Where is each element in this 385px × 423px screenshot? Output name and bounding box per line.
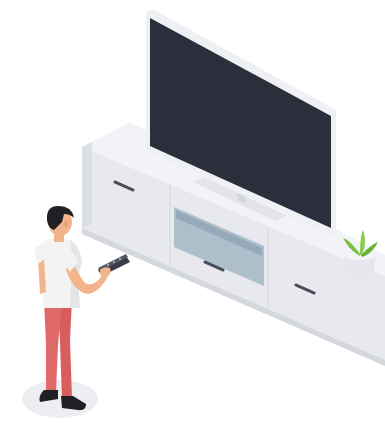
illustration-canvas — [22, 9, 385, 418]
remote-button — [112, 260, 116, 264]
plant-pot — [344, 256, 376, 285]
remote-button — [118, 257, 122, 261]
person-ear — [63, 220, 69, 228]
person-shadow — [22, 380, 98, 418]
cabinet-left-edge — [82, 142, 92, 228]
tv-room-illustration — [0, 0, 385, 423]
person-leg-front — [44, 300, 62, 392]
remote-button — [106, 263, 110, 267]
